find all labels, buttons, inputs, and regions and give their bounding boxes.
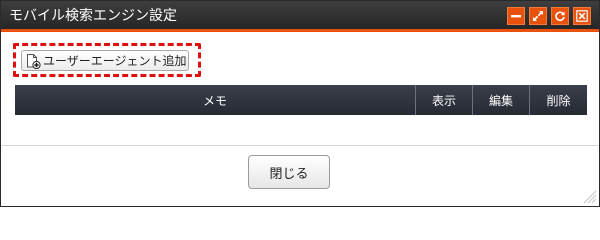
close-button[interactable] bbox=[573, 7, 591, 25]
refresh-button[interactable] bbox=[551, 7, 569, 25]
window-controls bbox=[507, 7, 591, 25]
maximize-button[interactable] bbox=[529, 7, 547, 25]
dialog-title: モバイル検索エンジン設定 bbox=[9, 8, 177, 24]
column-header-show[interactable]: 表示 bbox=[415, 85, 472, 115]
add-user-agent-button[interactable]: ユーザーエージェント追加 bbox=[21, 50, 189, 71]
close-icon bbox=[576, 10, 588, 22]
minimize-button[interactable] bbox=[507, 7, 525, 25]
add-user-agent-label: ユーザーエージェント追加 bbox=[43, 54, 187, 68]
refresh-icon bbox=[555, 11, 565, 21]
expand-arrows-icon bbox=[533, 11, 543, 21]
footer-divider bbox=[2, 145, 598, 146]
column-header-delete[interactable]: 削除 bbox=[529, 85, 587, 115]
resize-grip-icon[interactable] bbox=[579, 186, 597, 204]
title-bar[interactable]: モバイル検索エンジン設定 bbox=[1, 1, 599, 32]
minimize-icon bbox=[511, 15, 521, 18]
column-header-edit[interactable]: 編集 bbox=[472, 85, 529, 115]
column-header-memo[interactable]: メモ bbox=[15, 85, 415, 115]
close-dialog-button[interactable]: 閉じる bbox=[248, 155, 330, 189]
user-agent-table-header: メモ 表示 編集 削除 bbox=[15, 85, 587, 115]
mobile-search-engine-settings-dialog: モバイル検索エンジン設定 ユーザーエージェント追加 メモ 表示 編集 削除 閉じ… bbox=[0, 0, 600, 207]
document-add-icon bbox=[27, 53, 41, 69]
